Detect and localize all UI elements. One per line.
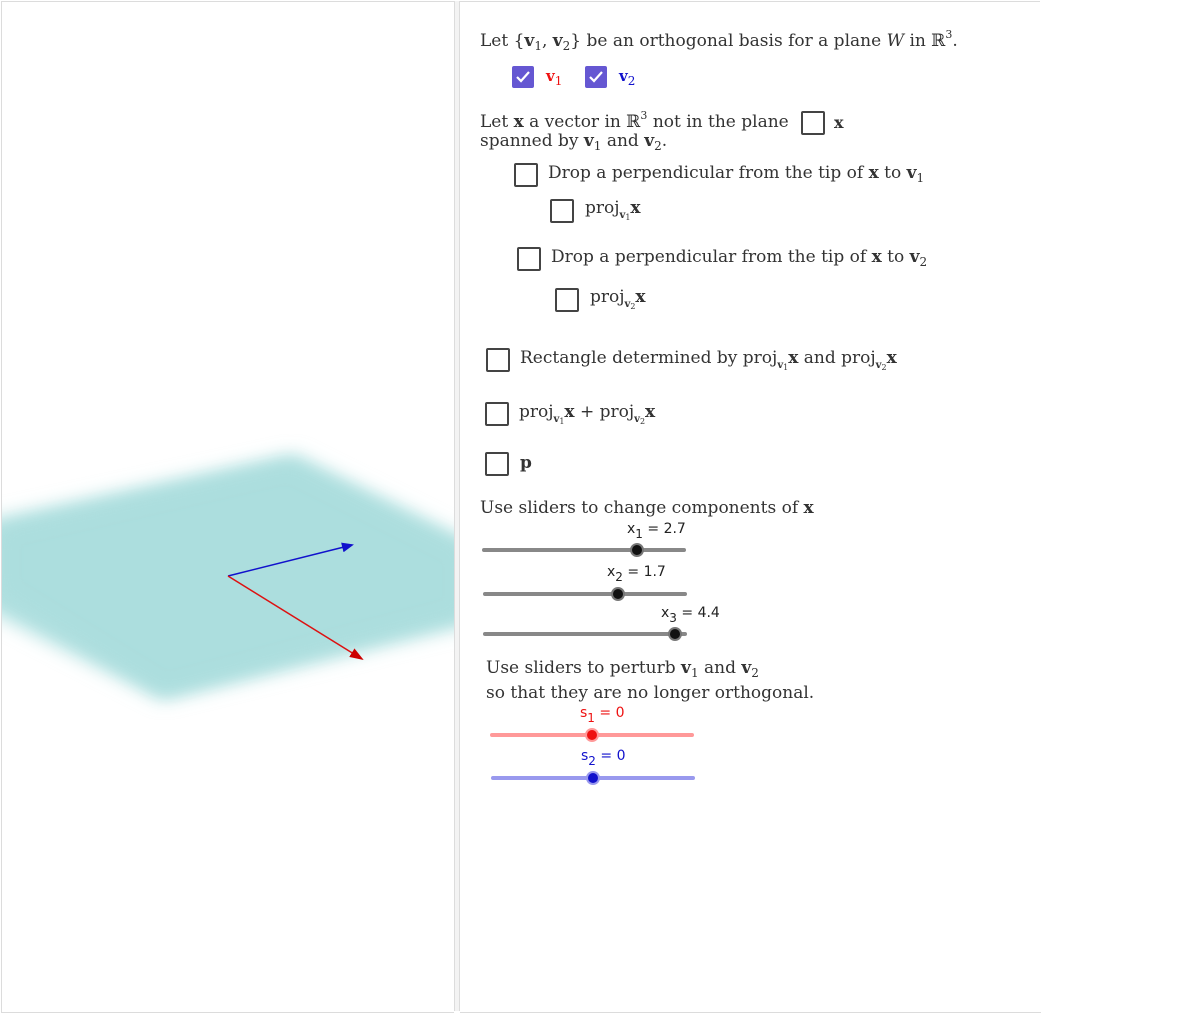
x-sliders-heading: Use sliders to change components of x — [480, 498, 814, 518]
x3-slider-knob[interactable] — [667, 627, 682, 641]
sum-label: projv1x + projv2x — [519, 402, 656, 426]
x1-slider-label: x1 = 2.7 — [627, 521, 686, 541]
rectangle-label: Rectangle determined by projv1x and proj… — [520, 348, 897, 372]
header-text: Let {v1, v2} be an orthogonal basis for … — [480, 28, 958, 53]
s-sliders-heading-line2: so that they are no longer orthogonal. — [486, 683, 815, 703]
s1-slider-knob[interactable] — [585, 728, 599, 742]
v1-label: v1 — [546, 67, 563, 88]
x2-slider-label: x2 = 1.7 — [607, 564, 666, 584]
s1-slider-label: s1 = 0 — [580, 705, 625, 725]
s2-slider-knob[interactable] — [586, 771, 600, 785]
x1-slider-knob[interactable] — [630, 543, 645, 557]
v2-label: v2 — [619, 67, 636, 88]
sum-checkbox[interactable] — [485, 402, 509, 426]
rectangle-checkbox[interactable] — [486, 348, 510, 372]
proj-v2-label: projv2x — [590, 287, 646, 311]
perp-v1-checkbox[interactable] — [514, 163, 538, 187]
perp-v2-checkbox[interactable] — [517, 247, 541, 271]
x2-slider-knob[interactable] — [610, 587, 625, 601]
proj-v1-label: projv1x — [585, 198, 641, 222]
perp-v1-label: Drop a perpendicular from the tip of x t… — [548, 163, 925, 185]
s2-slider-label: s2 = 0 — [581, 748, 626, 768]
proj-v1-checkbox[interactable] — [550, 199, 574, 223]
page-margin — [1040, 0, 1200, 1012]
v1-checkbox[interactable] — [512, 66, 534, 88]
plane-canvas[interactable] — [0, 2, 472, 1012]
controls-panel: Let {v1, v2} be an orthogonal basis for … — [460, 1, 1041, 1013]
x-checkbox[interactable] — [801, 111, 825, 135]
perp-v2-label: Drop a perpendicular from the tip of x t… — [551, 247, 928, 269]
x1-slider-track[interactable] — [482, 548, 686, 552]
graphics-3d-view[interactable] — [0, 1, 472, 1013]
x2-slider-track[interactable] — [483, 592, 687, 596]
p-checkbox[interactable] — [485, 452, 509, 476]
x-checkbox-label: x — [834, 113, 844, 132]
proj-v2-checkbox[interactable] — [555, 288, 579, 312]
x3-slider-label: x3 = 4.4 — [661, 605, 720, 625]
v2-checkbox[interactable] — [585, 66, 607, 88]
x-intro-line2: spanned by v1 and v2. — [480, 131, 668, 153]
x3-slider-track[interactable] — [483, 632, 687, 636]
p-label: p — [520, 453, 532, 473]
